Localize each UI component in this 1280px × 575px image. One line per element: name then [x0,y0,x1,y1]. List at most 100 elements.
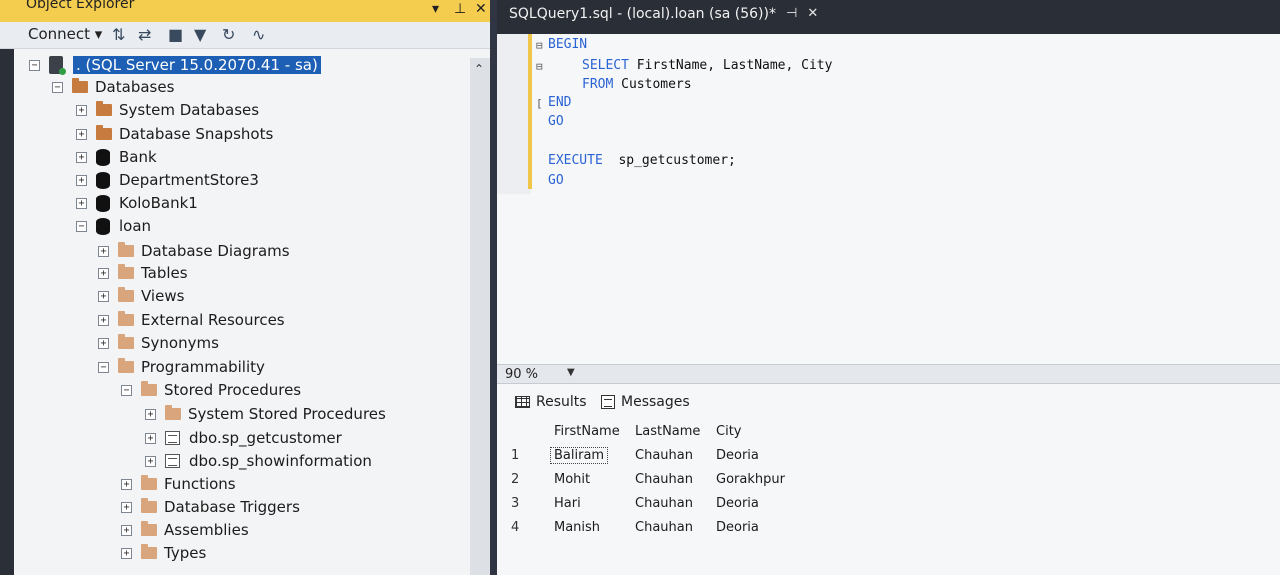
tree-node[interactable]: + Views [98,285,184,307]
tree-node[interactable]: + System Stored Procedures [145,403,386,425]
table-cell[interactable]: Mohit [554,472,590,487]
tree-node[interactable]: + Database Snapshots [76,123,273,145]
tree-node-label: KoloBank1 [119,194,198,212]
expand-icon[interactable]: + [145,455,156,467]
table-cell[interactable]: Deoria [716,496,759,511]
tab-sqlquery1[interactable]: SQLQuery1.sql - (local).loan (sa (56))* … [497,0,829,34]
tree-node[interactable]: + KoloBank1 [76,192,198,214]
tree-node[interactable]: + dbo.sp_showinformation [145,450,372,472]
tree-node[interactable]: + External Resources [98,309,285,331]
zoom-level[interactable]: 90 % [505,367,538,382]
connect-button[interactable]: Connect ▾ [28,25,102,43]
tree-node[interactable]: − Databases [52,76,174,98]
tree-node[interactable]: + Database Triggers [121,496,300,518]
expand-icon[interactable]: + [76,151,87,163]
expand-icon[interactable]: + [76,104,87,116]
outline-toggle-icon[interactable]: ⊟ [536,60,543,73]
expand-icon[interactable]: + [98,314,109,326]
filter-icon[interactable]: ▼ [194,25,206,44]
outline-toggle-icon[interactable]: [ [536,97,543,110]
window-position-dropdown-icon[interactable]: ▾ [432,1,439,17]
tree-node[interactable]: − Programmability [98,356,265,378]
tree-node[interactable]: + Tables [98,262,188,284]
tree-node[interactable]: + Types [121,542,206,564]
database-icon [96,194,110,212]
tree-node-label: Stored Procedures [164,381,302,399]
expand-icon[interactable]: + [76,197,87,209]
expand-icon[interactable]: + [76,174,87,186]
table-cell[interactable]: Chauhan [635,448,693,463]
code-line: FROM Customers [582,77,692,92]
table-cell[interactable]: Hari [554,496,581,511]
tree-node-label: Programmability [141,358,265,376]
tree-node[interactable]: − loan [76,215,151,237]
collapse-icon[interactable]: − [98,361,109,373]
collapse-icon[interactable]: − [76,220,87,232]
table-cell[interactable]: Chauhan [635,472,693,487]
expand-icon[interactable]: + [145,432,156,444]
close-pane-icon[interactable]: ✕ [475,1,487,17]
folder-icon [141,498,157,513]
tree-node[interactable]: + dbo.sp_getcustomer [145,427,342,449]
refresh-icon[interactable]: ↻ [222,25,235,44]
tree-node[interactable]: + Functions [121,473,236,495]
close-tab-icon[interactable]: ✕ [807,6,818,34]
tab-messages[interactable]: Messages [601,394,690,410]
expand-icon[interactable]: + [145,408,156,420]
tab-results-label: Results [536,394,587,410]
table-cell[interactable]: Gorakhpur [716,472,785,487]
table-cell[interactable]: Chauhan [635,496,693,511]
code-line: EXECUTE sp_getcustomer; [548,153,736,168]
expand-icon[interactable]: + [121,478,132,490]
collapse-icon[interactable]: − [29,59,40,71]
table-cell[interactable]: Baliram [549,447,609,464]
disconnect-icon[interactable]: ⇄ [138,25,151,44]
column-header[interactable]: City [716,424,741,439]
tree-node[interactable]: + System Databases [76,99,259,121]
pane-splitter[interactable] [490,0,497,575]
expand-icon[interactable]: + [98,245,109,257]
tree-node-label: Functions [164,475,236,493]
tree-node[interactable]: − . (SQL Server 15.0.2070.41 - sa) [29,54,321,76]
code-line: BEGIN [548,37,587,52]
expand-icon[interactable]: + [121,547,132,559]
expand-icon[interactable]: + [98,337,109,349]
collapse-icon[interactable]: − [121,384,132,396]
tab-results[interactable]: Results [515,394,587,410]
chevron-down-icon[interactable]: ▼ [567,367,575,378]
auto-hide-pin-icon[interactable]: ⊥ [454,1,466,17]
expand-icon[interactable]: + [76,128,87,140]
table-cell[interactable]: Deoria [716,448,759,463]
pin-tab-icon[interactable]: ⊣ [786,6,797,34]
tree-node[interactable]: + Database Diagrams [98,240,290,262]
expand-icon[interactable]: + [121,501,132,513]
scroll-up-icon[interactable]: ⌃ [474,62,484,76]
column-header[interactable]: FirstName [554,424,620,439]
tree-node[interactable]: + DepartmentStore3 [76,169,259,191]
tree-node-label: Database Snapshots [119,125,274,143]
tree-node[interactable]: + Synonyms [98,332,219,354]
query-editor-pane: SQLQuery1.sql - (local).loan (sa (56))* … [497,0,1280,575]
tree-node-label: Tables [141,264,188,282]
folder-icon [118,242,134,257]
sql-keyword: BEGIN [548,37,588,52]
table-cell[interactable]: Manish [554,520,600,535]
column-header[interactable]: LastName [635,424,700,439]
connect-icon[interactable]: ⇅ [112,25,125,44]
grid-icon [515,396,530,408]
collapse-icon[interactable]: − [52,81,63,93]
folder-icon [141,521,157,536]
tree-node[interactable]: − Stored Procedures [121,379,301,401]
outline-toggle-icon[interactable]: ⊟ [536,39,543,52]
table-cell[interactable]: Deoria [716,520,759,535]
object-explorer-scrollbar[interactable] [470,58,492,575]
expand-icon[interactable]: + [121,524,132,536]
expand-icon[interactable]: + [98,267,109,279]
tree-node[interactable]: + Assemblies [121,519,249,541]
expand-icon[interactable]: + [98,290,109,302]
folder-icon [72,78,88,93]
stop-icon[interactable]: ■ [168,25,183,44]
tree-node[interactable]: + Bank [76,146,157,168]
table-cell[interactable]: Chauhan [635,520,693,535]
activity-monitor-icon[interactable]: ∿ [252,25,265,44]
